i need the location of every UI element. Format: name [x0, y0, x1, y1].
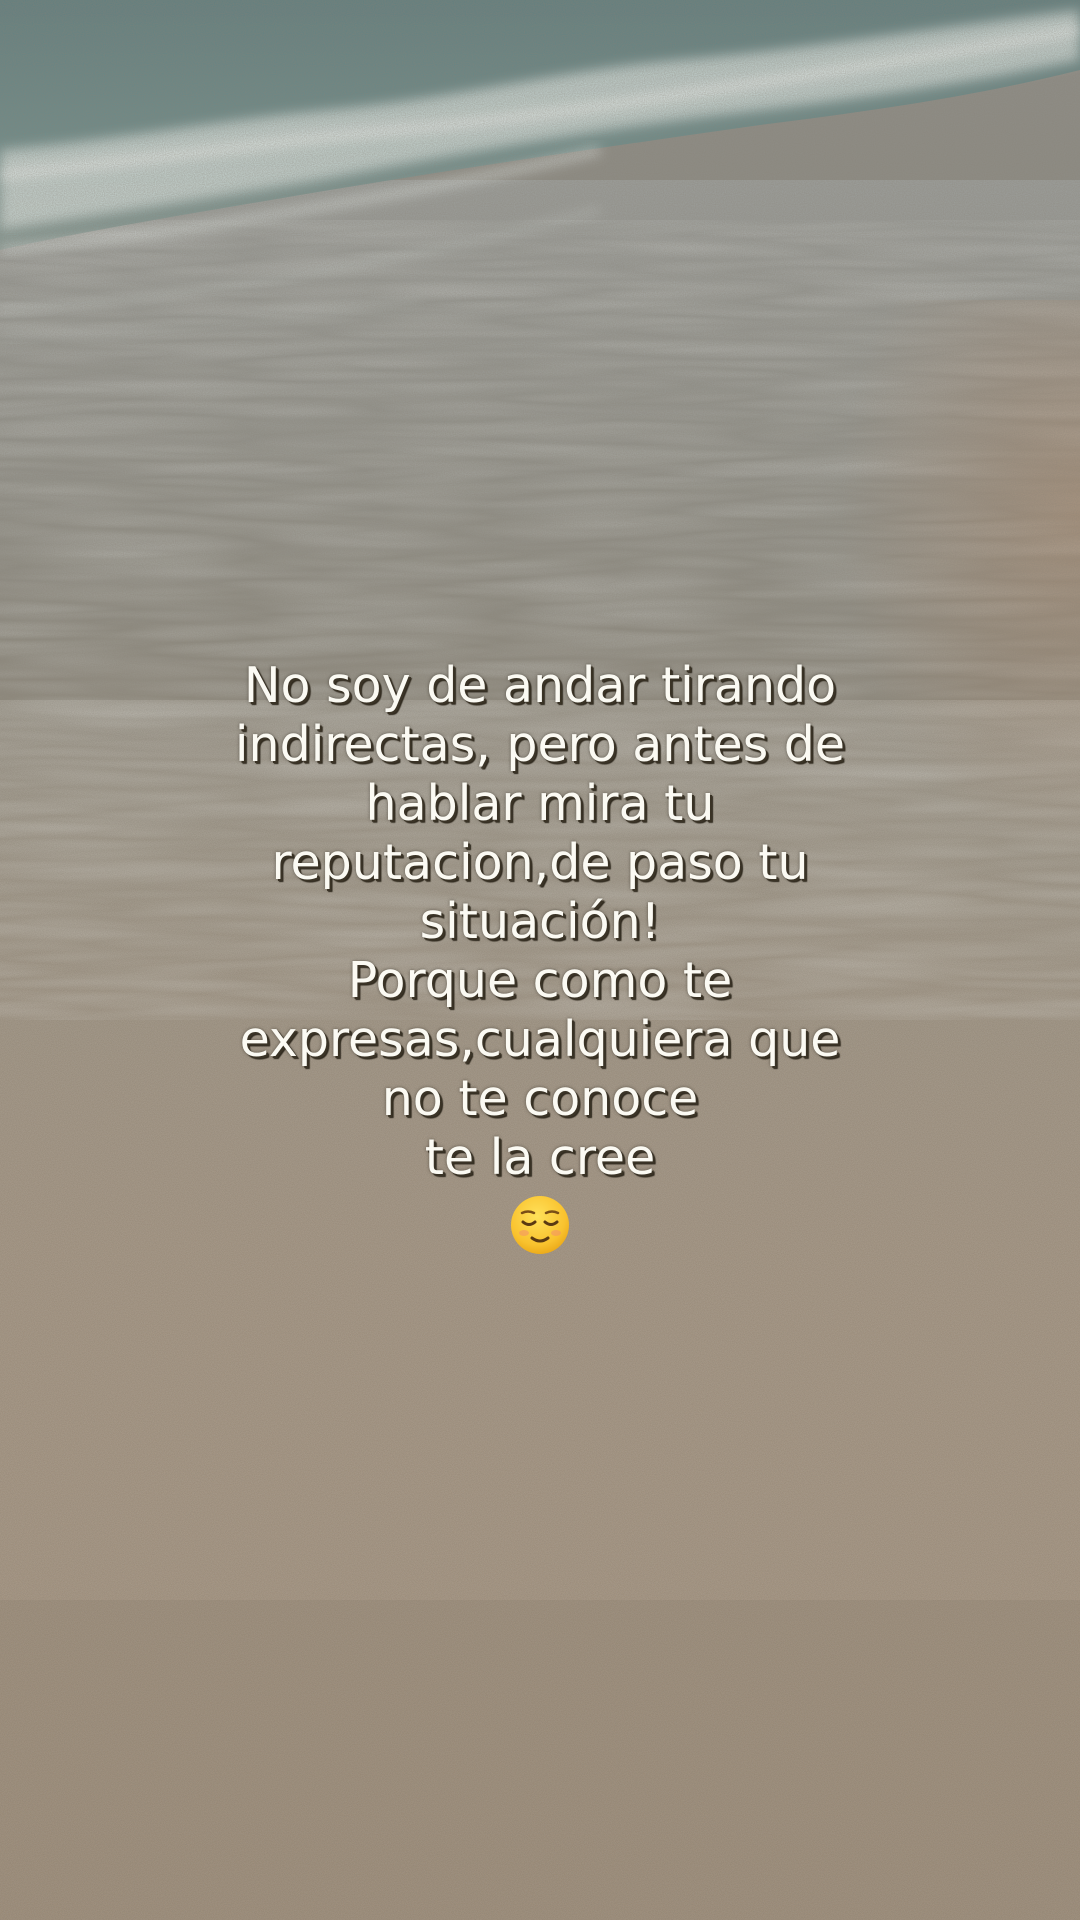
caption-line: no te conoce	[381, 1070, 699, 1127]
caption-line: expresas,cualquiera que	[239, 1011, 841, 1068]
caption-line: indirectas, pero antes de	[234, 716, 846, 773]
caption-line: te la cree	[424, 1129, 656, 1186]
relieved-face-icon	[511, 1196, 569, 1254]
caption-line: Porque como te	[347, 952, 733, 1009]
overlay-caption: No soy de andar tirando indirectas, pero…	[140, 656, 940, 1257]
caption-line: reputacion,de paso tu	[271, 834, 809, 891]
caption-line: situación!	[419, 893, 661, 950]
caption-line: No soy de andar tirando	[243, 657, 837, 714]
caption-line: hablar mira tu	[365, 775, 715, 832]
screen: No soy de andar tirando indirectas, pero…	[0, 0, 1080, 1920]
